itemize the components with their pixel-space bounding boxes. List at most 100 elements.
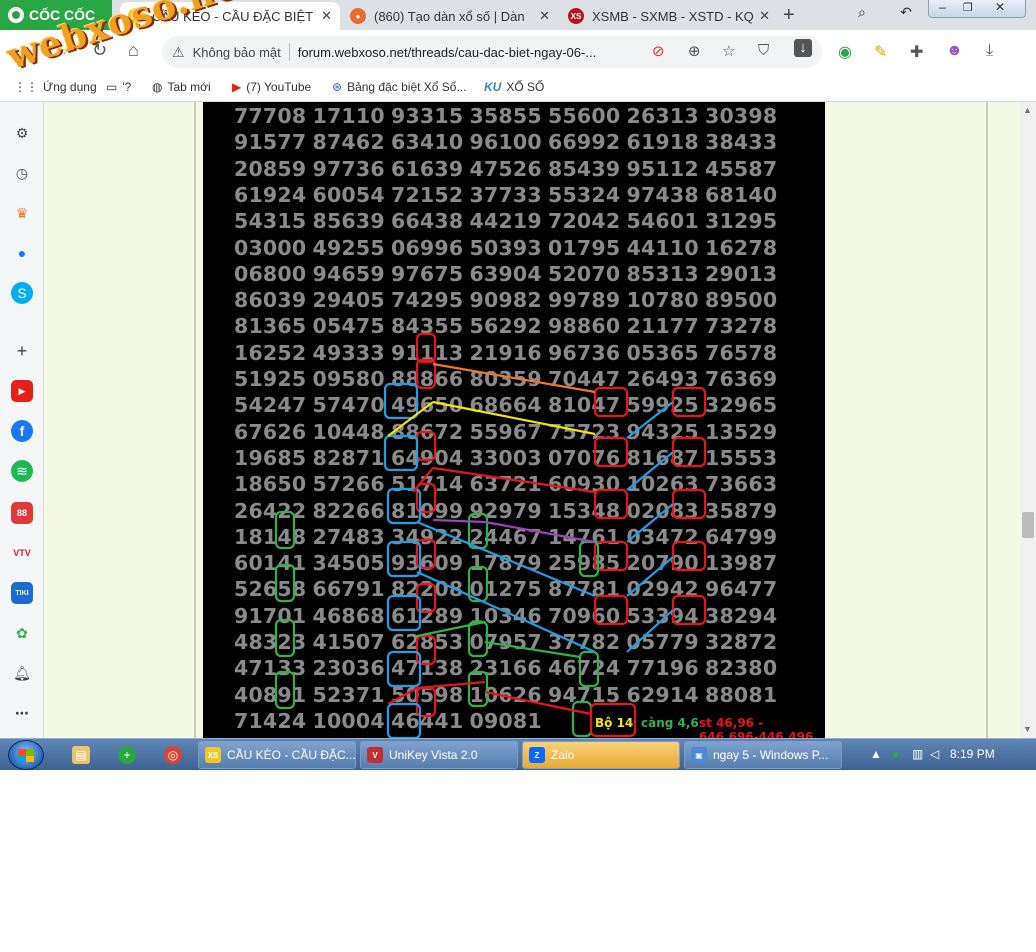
back-icon[interactable]: ← [16,40,34,61]
pencil-icon[interactable]: ✎ [874,42,887,62]
bookmark-apps[interactable]: ⋮⋮ Ứng dụng [14,80,97,94]
blocked-popup-icon[interactable]: ⊘ [652,42,665,60]
green-digit-box [274,618,296,658]
crown-icon[interactable]: ♛ [11,202,33,224]
red-pair-box [671,594,707,626]
scroll-thumb[interactable] [1022,512,1034,538]
youtube-icon[interactable]: ▶ [11,380,33,402]
content-border-right [986,102,988,738]
warning-icon[interactable]: ⚠ [172,44,185,61]
back-arrow-icon[interactable]: ↶ [900,4,912,21]
green-digit-box [467,620,489,658]
tray-coccoc-icon[interactable]: ● [892,747,899,761]
bookmarks-bar: ⋮⋮ Ứng dụng ▭ '? ◍ Tab mới ▶ (7) YouTube… [0,74,1036,102]
bell-icon[interactable]: 🔔︎ [11,662,33,684]
green-digit-box [274,670,296,710]
profile-avatar-icon[interactable]: ☻ [946,42,963,60]
spotify-icon[interactable]: ≋ [11,460,33,482]
browser-brand[interactable]: CỐC CỐC [8,5,95,25]
photo-viewer-icon: ▣ [691,747,707,763]
bookmark-folder[interactable]: ▭ '? [106,80,131,94]
blue-link-line [626,609,674,653]
star-icon[interactable]: ☆ [722,42,735,60]
volume-icon[interactable]: ◁ [930,747,939,761]
brand-label: CỐC CỐC [29,7,96,23]
st-label: st 46,96 - 646,696-446,496 [699,716,814,738]
chrome-icon[interactable]: ◎ [164,746,182,764]
red-link-line [412,467,434,493]
close-window-icon[interactable]: ✕ [995,0,1005,14]
bookmark-label: Tab mới [167,80,211,94]
cang-label: càng 4,6 [641,716,699,730]
download-video-icon[interactable]: ↓ [794,39,812,57]
bookmark-new-tab[interactable]: ◍ Tab mới [152,80,211,94]
red-link-line [432,466,596,494]
reload-icon[interactable]: ↻ [92,40,107,61]
orange-link-line [432,362,596,394]
minimize-icon[interactable]: – [939,0,946,14]
green-digit-box [578,650,600,688]
coccoc-taskbar-icon[interactable]: + [118,746,136,764]
scroll-down-icon[interactable]: ▼ [1023,724,1032,734]
red-pair-box [671,540,707,572]
downloads-icon[interactable]: ⤓ [986,42,993,60]
bookmark-xo-so[interactable]: KU XỔ SỐ [484,80,544,94]
scroll-up-icon[interactable]: ▲ [1023,105,1032,115]
divider [288,43,290,61]
network-icon[interactable]: ▥ [912,747,923,761]
tiki-icon[interactable]: TIKI [11,582,33,604]
site-favicon-icon: ● [350,8,366,24]
blue-link-line [626,401,674,439]
green-link-line [416,620,486,638]
app-88-icon[interactable]: 88 [11,502,33,524]
security-status[interactable]: Không bảo mật [193,45,281,60]
zoom-icon[interactable]: ⊕ [688,42,701,60]
game-icon[interactable]: ✿ [11,622,33,644]
skype-icon[interactable]: S [11,282,33,304]
red-pair-box [593,386,629,418]
tab-tao-dan[interactable]: ● (860) Tạo dàn xổ số | Dàn ✕ [342,2,558,30]
tab-xsmb[interactable]: XS XSMB - SXMB - XSTD - KQ ✕ [560,2,778,30]
left-sidebar: ⚙ ◷ ♛ ● S + ▶ f ≋ 88 VTV TIKI ✿ 🔔︎ ⋯ [0,102,44,738]
explorer-icon[interactable]: ▤ [72,746,90,764]
tab-search-icon[interactable]: ⌕ [858,4,866,21]
close-tab-icon[interactable]: ✕ [321,8,332,24]
page-scrollbar[interactable]: ▲ ▼ [1020,102,1036,738]
red-pair-box [593,540,629,572]
restore-icon[interactable]: ❐ [963,1,973,14]
close-tab-icon[interactable]: ✕ [759,8,770,24]
task-zalo[interactable]: Z Zalo [522,741,680,769]
start-button[interactable] [8,740,44,770]
red-pair-box [671,488,707,520]
coccoc-extension-icon[interactable]: ◉ [838,42,852,62]
extensions-icon[interactable]: ✚ [910,42,923,62]
tray-expand-icon[interactable]: ▲ [870,747,882,761]
windows-taskbar: ▤ + ◎ XS CẦU KÈO - CẦU ĐẶC... V UniKey V… [0,738,1036,770]
new-tab-icon[interactable]: + [783,4,795,27]
more-icon[interactable]: ⋯ [11,702,33,724]
facebook-icon[interactable]: f [11,420,33,442]
bookmark-bang-dac-biet[interactable]: ⊛ Bảng đặc biệt Xổ Số... [332,80,466,94]
gear-icon[interactable]: ⚙ [11,122,33,144]
green-digit-box [274,510,296,550]
red-pair-box [593,436,629,468]
home-icon[interactable]: ⌂ [128,40,139,61]
blue-link-line [626,503,674,543]
history-icon[interactable]: ◷ [11,162,33,184]
messenger-icon[interactable]: ● [11,242,33,264]
site-icon: ⊛ [332,80,343,94]
tab-cau-keo[interactable]: XS CẦU KÈO - CẦU ĐẶC BIỆT ✕ [120,2,340,30]
shield-icon[interactable]: ⛉ [758,42,769,59]
clock[interactable]: 8:19 PM [950,747,995,761]
task-photo-viewer[interactable]: ▣ ngay 5 - Windows P... [684,741,842,769]
bookmark-youtube[interactable]: ▶ (7) YouTube [232,80,311,94]
vtv-icon[interactable]: VTV [11,542,33,564]
plus-icon[interactable]: + [11,340,33,362]
task-coccoc[interactable]: XS CẦU KÈO - CẦU ĐẶC... [198,741,356,769]
url-text[interactable]: forum.webxoso.net/threads/cau-dac-biet-n… [298,45,596,60]
close-tab-icon[interactable]: ✕ [539,8,550,24]
green-link-line [484,640,581,659]
tab-label: CẦU KÈO - CẦU ĐẶC BIỆT [152,8,314,24]
task-unikey[interactable]: V UniKey Vista 2.0 [360,741,518,769]
forward-icon[interactable]: → [52,40,70,61]
